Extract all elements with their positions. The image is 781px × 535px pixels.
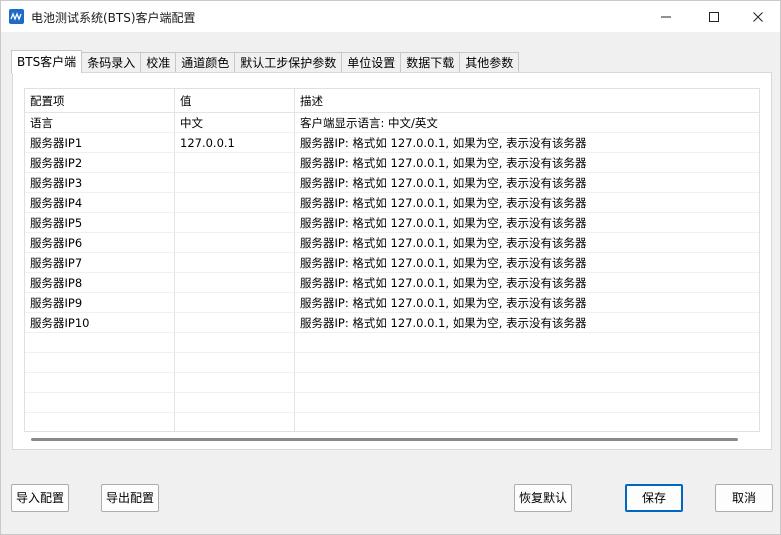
- table-row[interactable]: 服务器IP10 服务器IP: 格式如 127.0.0.1, 如果为空, 表示没有该…: [25, 313, 759, 333]
- title-bar[interactable]: 电池测试系统(BTS)客户端配置: [1, 1, 780, 32]
- cell-value[interactable]: [175, 313, 295, 332]
- tab-panel: 配置项 值 描述 语言 中文 客户端显示语言: 中文/英文 服务器IP1 127.0.0…: [12, 72, 772, 450]
- column-header-description[interactable]: 描述: [295, 89, 759, 112]
- cell-description: [295, 353, 759, 372]
- column-header-item[interactable]: 配置项: [25, 89, 175, 112]
- close-icon[interactable]: [735, 1, 781, 32]
- cell-value[interactable]: 127.0.0.1: [175, 133, 295, 152]
- cell-value[interactable]: [175, 413, 295, 431]
- table-row[interactable]: 服务器IP1 127.0.0.1 服务器IP: 格式如 127.0.0.1, 如果为…: [25, 133, 759, 153]
- table-row[interactable]: [25, 413, 759, 431]
- cell-item: 服务器IP2: [25, 153, 175, 172]
- app-logo-icon: [9, 9, 24, 24]
- cell-item: [25, 353, 175, 372]
- cell-value[interactable]: [175, 353, 295, 372]
- cell-value[interactable]: [175, 333, 295, 352]
- cell-item: [25, 373, 175, 392]
- table-row[interactable]: [25, 373, 759, 393]
- table-row[interactable]: 服务器IP5 服务器IP: 格式如 127.0.0.1, 如果为空, 表示没有该务…: [25, 213, 759, 233]
- cell-description: 服务器IP: 格式如 127.0.0.1, 如果为空, 表示没有该务器: [300, 316, 587, 330]
- tab-calibration[interactable]: 校准: [140, 52, 177, 73]
- cell-value[interactable]: 中文: [175, 113, 295, 132]
- cell-item: [25, 333, 175, 352]
- cell-description: 服务器IP: 格式如 127.0.0.1, 如果为空, 表示没有该务器: [300, 216, 587, 230]
- cell-value[interactable]: [175, 253, 295, 272]
- save-button[interactable]: 保存: [625, 484, 683, 512]
- cell-description: 服务器IP: 格式如 127.0.0.1, 如果为空, 表示没有该务器: [300, 136, 587, 150]
- cell-item: 服务器IP1: [25, 133, 175, 152]
- tab-channel-color[interactable]: 通道颜色: [175, 52, 236, 73]
- export-config-button[interactable]: 导出配置: [101, 484, 159, 512]
- cell-value[interactable]: [175, 293, 295, 312]
- cell-description: 服务器IP: 格式如 127.0.0.1, 如果为空, 表示没有该务器: [300, 296, 587, 310]
- cell-item: 语言: [25, 113, 175, 132]
- restore-default-button[interactable]: 恢复默认: [514, 484, 572, 512]
- cell-description: [295, 333, 759, 352]
- cell-description: 客户端显示语言: 中文/英文: [300, 116, 438, 130]
- cell-value[interactable]: [175, 373, 295, 392]
- table-row[interactable]: 服务器IP7 服务器IP: 格式如 127.0.0.1, 如果为空, 表示没有该务…: [25, 253, 759, 273]
- table-row[interactable]: [25, 353, 759, 373]
- table-row[interactable]: 服务器IP9 服务器IP: 格式如 127.0.0.1, 如果为空, 表示没有该务…: [25, 293, 759, 313]
- table-row[interactable]: [25, 333, 759, 353]
- config-table[interactable]: 配置项 值 描述 语言 中文 客户端显示语言: 中文/英文 服务器IP1 127.0.0…: [24, 88, 760, 432]
- cell-value[interactable]: [175, 393, 295, 412]
- cell-item: 服务器IP5: [25, 213, 175, 232]
- cell-item: 服务器IP8: [25, 273, 175, 292]
- table-row[interactable]: 服务器IP3 服务器IP: 格式如 127.0.0.1, 如果为空, 表示没有该务…: [25, 173, 759, 193]
- minimize-icon[interactable]: [643, 1, 689, 32]
- cell-description: 服务器IP: 格式如 127.0.0.1, 如果为空, 表示没有该务器: [300, 196, 587, 210]
- cell-item: [25, 393, 175, 412]
- table-row[interactable]: 服务器IP8 服务器IP: 格式如 127.0.0.1, 如果为空, 表示没有该务…: [25, 273, 759, 293]
- cell-value[interactable]: [175, 233, 295, 252]
- tab-default-step-protection[interactable]: 默认工步保护参数: [234, 52, 343, 73]
- cell-description: [295, 373, 759, 392]
- column-header-value[interactable]: 值: [175, 89, 295, 112]
- cancel-button[interactable]: 取消: [715, 484, 773, 512]
- table-header-row: 配置项 值 描述: [25, 89, 759, 113]
- maximize-icon[interactable]: [691, 1, 737, 32]
- tab-data-download[interactable]: 数据下载: [400, 52, 461, 73]
- cell-description: 服务器IP: 格式如 127.0.0.1, 如果为空, 表示没有该务器: [300, 276, 587, 290]
- table-row[interactable]: 服务器IP6 服务器IP: 格式如 127.0.0.1, 如果为空, 表示没有该务…: [25, 233, 759, 253]
- cell-description: 服务器IP: 格式如 127.0.0.1, 如果为空, 表示没有该务器: [300, 236, 587, 250]
- tab-strip: BTS客户端 条码录入 校准 通道颜色 默认工步保护参数 单位设置 数据下载 其…: [11, 50, 520, 73]
- cell-description: [295, 393, 759, 412]
- horizontal-scrollbar[interactable]: [31, 438, 738, 441]
- table-row[interactable]: 语言 中文 客户端显示语言: 中文/英文: [25, 113, 759, 133]
- import-config-button[interactable]: 导入配置: [11, 484, 69, 512]
- tab-bts-client[interactable]: BTS客户端: [11, 50, 83, 73]
- cell-description: [295, 413, 759, 431]
- table-row[interactable]: 服务器IP4 服务器IP: 格式如 127.0.0.1, 如果为空, 表示没有该务…: [25, 193, 759, 213]
- window-title: 电池测试系统(BTS)客户端配置: [31, 11, 196, 25]
- cell-item: 服务器IP9: [25, 293, 175, 312]
- cell-description: 服务器IP: 格式如 127.0.0.1, 如果为空, 表示没有该务器: [300, 176, 587, 190]
- table-row[interactable]: 服务器IP2 服务器IP: 格式如 127.0.0.1, 如果为空, 表示没有该务…: [25, 153, 759, 173]
- cell-description: 服务器IP: 格式如 127.0.0.1, 如果为空, 表示没有该务器: [300, 156, 587, 170]
- cell-value[interactable]: [175, 153, 295, 172]
- cell-item: 服务器IP4: [25, 193, 175, 212]
- cell-item: 服务器IP6: [25, 233, 175, 252]
- tab-barcode-entry[interactable]: 条码录入: [81, 52, 142, 73]
- cell-item: 服务器IP7: [25, 253, 175, 272]
- table-row[interactable]: [25, 393, 759, 413]
- tab-unit-settings[interactable]: 单位设置: [341, 52, 402, 73]
- cell-description: 服务器IP: 格式如 127.0.0.1, 如果为空, 表示没有该务器: [300, 256, 587, 270]
- cell-value[interactable]: [175, 273, 295, 292]
- config-window: 电池测试系统(BTS)客户端配置 BTS客户端 条码录入 校准 通道颜色 默认工…: [0, 0, 781, 535]
- tab-other-params[interactable]: 其他参数: [459, 52, 520, 73]
- cell-item: 服务器IP3: [25, 173, 175, 192]
- cell-value[interactable]: [175, 213, 295, 232]
- cell-item: 服务器IP10: [25, 313, 175, 332]
- cell-item: [25, 413, 175, 431]
- cell-value[interactable]: [175, 173, 295, 192]
- cell-value[interactable]: [175, 193, 295, 212]
